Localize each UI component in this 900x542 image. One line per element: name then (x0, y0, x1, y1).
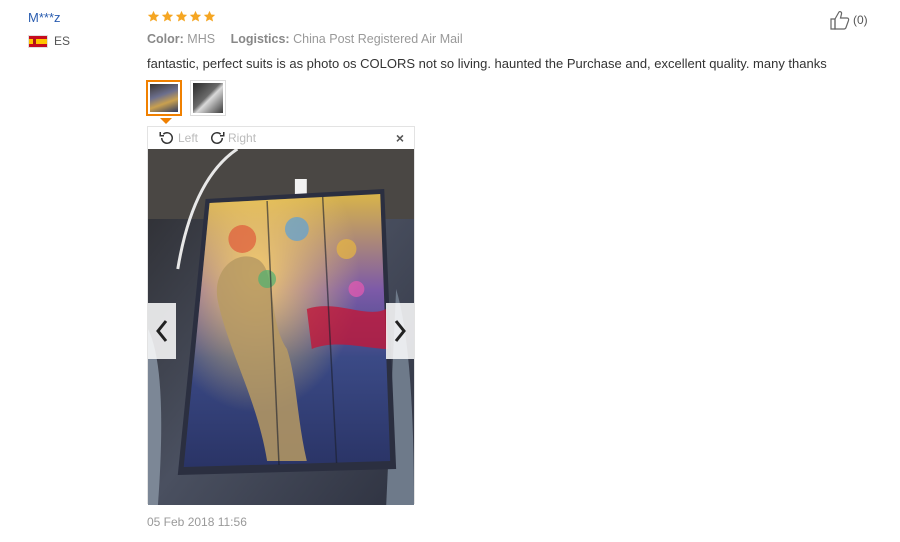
previous-image-button[interactable] (148, 303, 176, 359)
review-date: 05 Feb 2018 11:56 (147, 515, 247, 529)
review-text: fantastic, perfect suits is as photo os … (147, 56, 827, 71)
rotate-right-button[interactable]: Right (208, 129, 256, 147)
close-viewer-button[interactable]: × (396, 130, 404, 146)
star-icon (175, 10, 188, 22)
country-code: ES (54, 34, 71, 48)
reviewer-country: ES (28, 34, 70, 48)
thumbnail-1[interactable] (146, 80, 182, 116)
thumbnail-2[interactable] (190, 80, 226, 116)
viewer-toolbar: Left Right × (148, 127, 414, 149)
review-thumbnails (146, 80, 226, 116)
star-icon (189, 10, 202, 22)
star-icon (161, 10, 174, 22)
review-photo (148, 149, 414, 505)
rotate-right-label: Right (228, 131, 257, 145)
image-viewer: Left Right × (147, 126, 415, 505)
logistics-label: Logistics: (230, 32, 290, 46)
active-thumbnail-pointer (160, 118, 172, 124)
next-image-button[interactable] (386, 303, 414, 359)
order-meta: Color: MHS Logistics: China Post Registe… (147, 32, 475, 46)
thumbs-up-icon (830, 11, 850, 30)
spain-flag-icon (28, 34, 48, 48)
rotate-left-label: Left (178, 131, 199, 145)
chevron-left-icon (156, 320, 168, 342)
helpful-button[interactable]: (0) (829, 10, 868, 30)
star-rating (147, 10, 216, 23)
color-label: Color: (147, 32, 184, 46)
reviewer-name[interactable]: M***z (28, 10, 61, 25)
color-value: MHS (187, 32, 216, 46)
rotate-right-icon (211, 132, 225, 144)
tablet-case-photo (148, 149, 414, 505)
chevron-right-icon (394, 320, 406, 342)
rotate-left-icon (159, 132, 173, 144)
star-icon (203, 10, 216, 22)
star-icon (147, 10, 160, 22)
rotate-left-button[interactable]: Left (158, 129, 198, 147)
helpful-count: (0) (853, 13, 868, 27)
logistics-value: China Post Registered Air Mail (293, 32, 463, 46)
